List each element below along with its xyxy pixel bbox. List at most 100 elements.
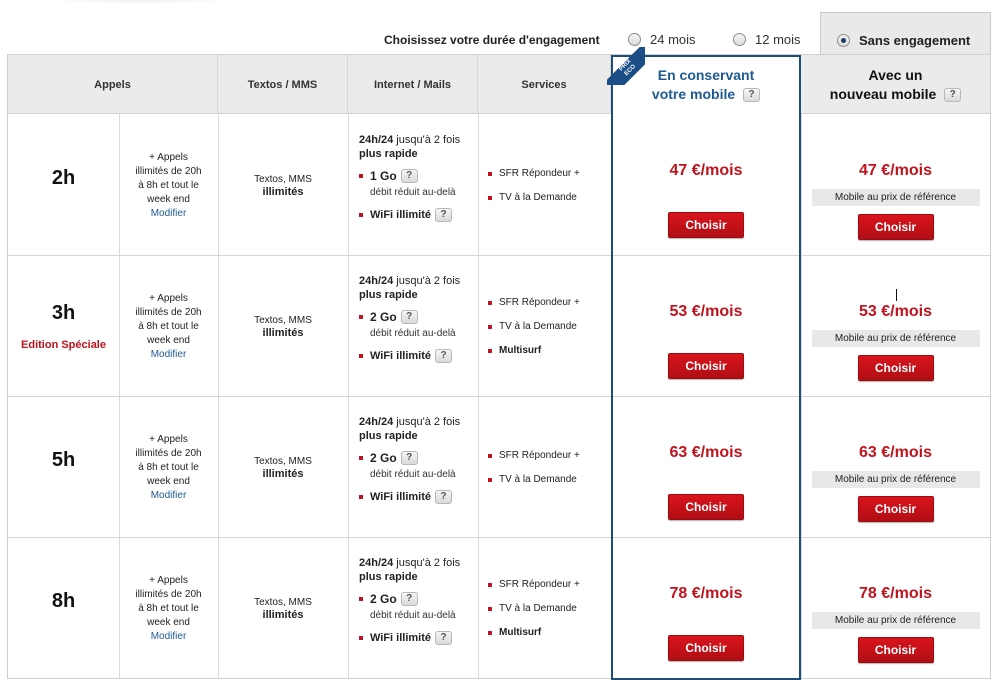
mobile-reference-label: Mobile au prix de référence	[811, 471, 980, 488]
service-item: TV à la Demande	[488, 468, 611, 492]
bullet-icon	[488, 171, 492, 176]
choose-button-new[interactable]: Choisir	[857, 637, 934, 663]
bullet-icon	[488, 582, 492, 587]
sms-line1: Textos, MMS	[254, 596, 312, 608]
wifi-line: WiFi illimité ?	[359, 349, 478, 363]
modify-link[interactable]: Modifier	[151, 207, 187, 221]
eco-price-cell: 63 €/mois Choisir	[613, 397, 799, 538]
help-icon[interactable]: ?	[400, 169, 418, 183]
eco-header-line1: En conservant	[657, 66, 755, 83]
service-label: Multisurf	[499, 345, 542, 356]
help-icon[interactable]: ?	[400, 310, 418, 324]
internet-speed-title: 24h/24 jusqu'à 2 fois	[359, 556, 478, 570]
forfait-hours: 5h	[51, 449, 76, 471]
bullet-icon	[359, 456, 363, 460]
modify-link[interactable]: Modifier	[151, 348, 187, 362]
calls-line: week end	[147, 193, 190, 205]
services-cell: SFR Répondeur + TV à la Demande Multisur…	[478, 256, 611, 397]
help-icon[interactable]: ?	[435, 208, 453, 222]
choose-button-new[interactable]: Choisir	[857, 355, 934, 381]
table-row: 5h + Appels illimités de 20h à 8h et tou…	[8, 397, 990, 538]
bullet-icon	[359, 495, 363, 499]
wifi-label: WiFi illimité	[370, 209, 432, 221]
data-note: débit réduit au-delà	[370, 610, 456, 621]
help-icon[interactable]: ?	[400, 592, 418, 606]
internet-title-rest: jusqu'à 2 fois	[393, 416, 461, 428]
offers-table: Appels Textos / MMS Internet / Mails Ser…	[7, 47, 991, 680]
internet-speed-title2: plus rapide	[359, 571, 418, 583]
bullet-icon	[359, 174, 363, 178]
bullet-icon	[488, 453, 492, 458]
eco-price-cell: 53 €/mois Choisir	[613, 256, 799, 397]
bullet-icon	[359, 597, 363, 601]
service-label: TV à la Demande	[499, 321, 577, 332]
data-note: débit réduit au-delà	[370, 328, 456, 339]
calls-line: + Appels	[149, 574, 188, 586]
sms-line2: illimités	[262, 467, 304, 480]
help-icon[interactable]: ?	[743, 87, 761, 102]
calls-cell: + Appels illimités de 20h à 8h et tout l…	[119, 538, 218, 679]
calls-line: à 8h et tout le	[138, 320, 199, 332]
internet-cell: 24h/24 jusqu'à 2 fois plus rapide 2 Go ?…	[348, 538, 478, 679]
data-note: débit réduit au-delà	[370, 187, 456, 198]
radio-button-checked-icon[interactable]	[837, 33, 850, 47]
service-item-bold: Multisurf	[488, 339, 611, 363]
modify-link[interactable]: Modifier	[151, 630, 187, 644]
internet-speed-title: 24h/24 jusqu'à 2 fois	[359, 274, 478, 288]
data-amount: 2 Go	[370, 310, 397, 324]
wifi-line: WiFi illimité ?	[359, 208, 478, 222]
data-allowance: 2 Go ?	[359, 451, 478, 465]
help-icon[interactable]: ?	[435, 349, 453, 363]
radio-24-mois[interactable]: 24 mois	[628, 32, 696, 47]
choose-button-new[interactable]: Choisir	[857, 496, 934, 522]
service-item: SFR Répondeur +	[488, 444, 611, 468]
calls-line: week end	[147, 334, 190, 346]
data-amount: 2 Go	[370, 451, 397, 465]
modify-link[interactable]: Modifier	[151, 489, 187, 503]
eco-price: 53 €/mois	[669, 303, 743, 320]
forfait-subtitle: Edition Spéciale	[21, 339, 106, 351]
new-mobile-price: 63 €/mois	[859, 444, 932, 461]
choose-button-eco[interactable]: Choisir	[668, 635, 744, 661]
service-label: SFR Répondeur +	[499, 168, 580, 179]
help-icon[interactable]: ?	[435, 490, 453, 504]
wifi-label: WiFi illimité	[370, 491, 432, 503]
new-header-line2: nouveau mobile	[829, 85, 937, 102]
help-icon[interactable]: ?	[400, 451, 418, 465]
choose-button-eco[interactable]: Choisir	[668, 494, 744, 520]
internet-title-rest: jusqu'à 2 fois	[393, 134, 461, 146]
table-row: 3h Edition Spéciale + Appels illimités d…	[8, 256, 990, 397]
internet-cell: 24h/24 jusqu'à 2 fois plus rapide 2 Go ?…	[348, 397, 478, 538]
calls-cell: + Appels illimités de 20h à 8h et tout l…	[119, 256, 218, 397]
help-icon[interactable]: ?	[435, 631, 453, 645]
data-amount: 2 Go	[370, 592, 397, 606]
sms-line2: illimités	[262, 185, 304, 198]
wifi-label: WiFi illimité	[370, 632, 432, 644]
choose-button-eco[interactable]: Choisir	[668, 212, 744, 238]
radio-12-mois[interactable]: 12 mois	[733, 32, 801, 47]
help-icon[interactable]: ?	[944, 87, 962, 102]
calls-line: à 8h et tout le	[138, 602, 199, 614]
choose-button-eco[interactable]: Choisir	[668, 353, 744, 379]
calls-line: illimités de 20h	[135, 306, 202, 318]
service-label: TV à la Demande	[499, 192, 577, 203]
forfait-hours: 2h	[51, 167, 76, 189]
radio-sans-engagement[interactable]: Sans engagement	[820, 12, 991, 55]
choose-button-new[interactable]: Choisir	[857, 214, 934, 240]
sms-line1: Textos, MMS	[254, 455, 312, 467]
engagement-label: Choisissez votre durée d'engagement	[384, 33, 600, 47]
radio-button-icon[interactable]	[628, 33, 641, 46]
header-new-mobile: Avec un nouveau mobile ?	[801, 55, 990, 114]
mobile-reference-label: Mobile au prix de référence	[811, 189, 980, 206]
bullet-icon	[488, 195, 492, 200]
service-label: Multisurf	[499, 627, 542, 638]
calls-line: week end	[147, 616, 190, 628]
header-eco-offer: PRIX ECO En conservant votre mobile ?	[607, 47, 799, 114]
data-allowance: 2 Go ?	[359, 592, 478, 606]
forfait-hours-cell: 5h	[8, 397, 119, 538]
table-row: 8h + Appels illimités de 20h à 8h et tou…	[8, 538, 990, 679]
radio-button-icon[interactable]	[733, 33, 746, 46]
service-item-bold: Multisurf	[488, 621, 611, 645]
calls-line: illimités de 20h	[135, 165, 202, 177]
internet-title-strong: 24h/24	[359, 557, 394, 569]
